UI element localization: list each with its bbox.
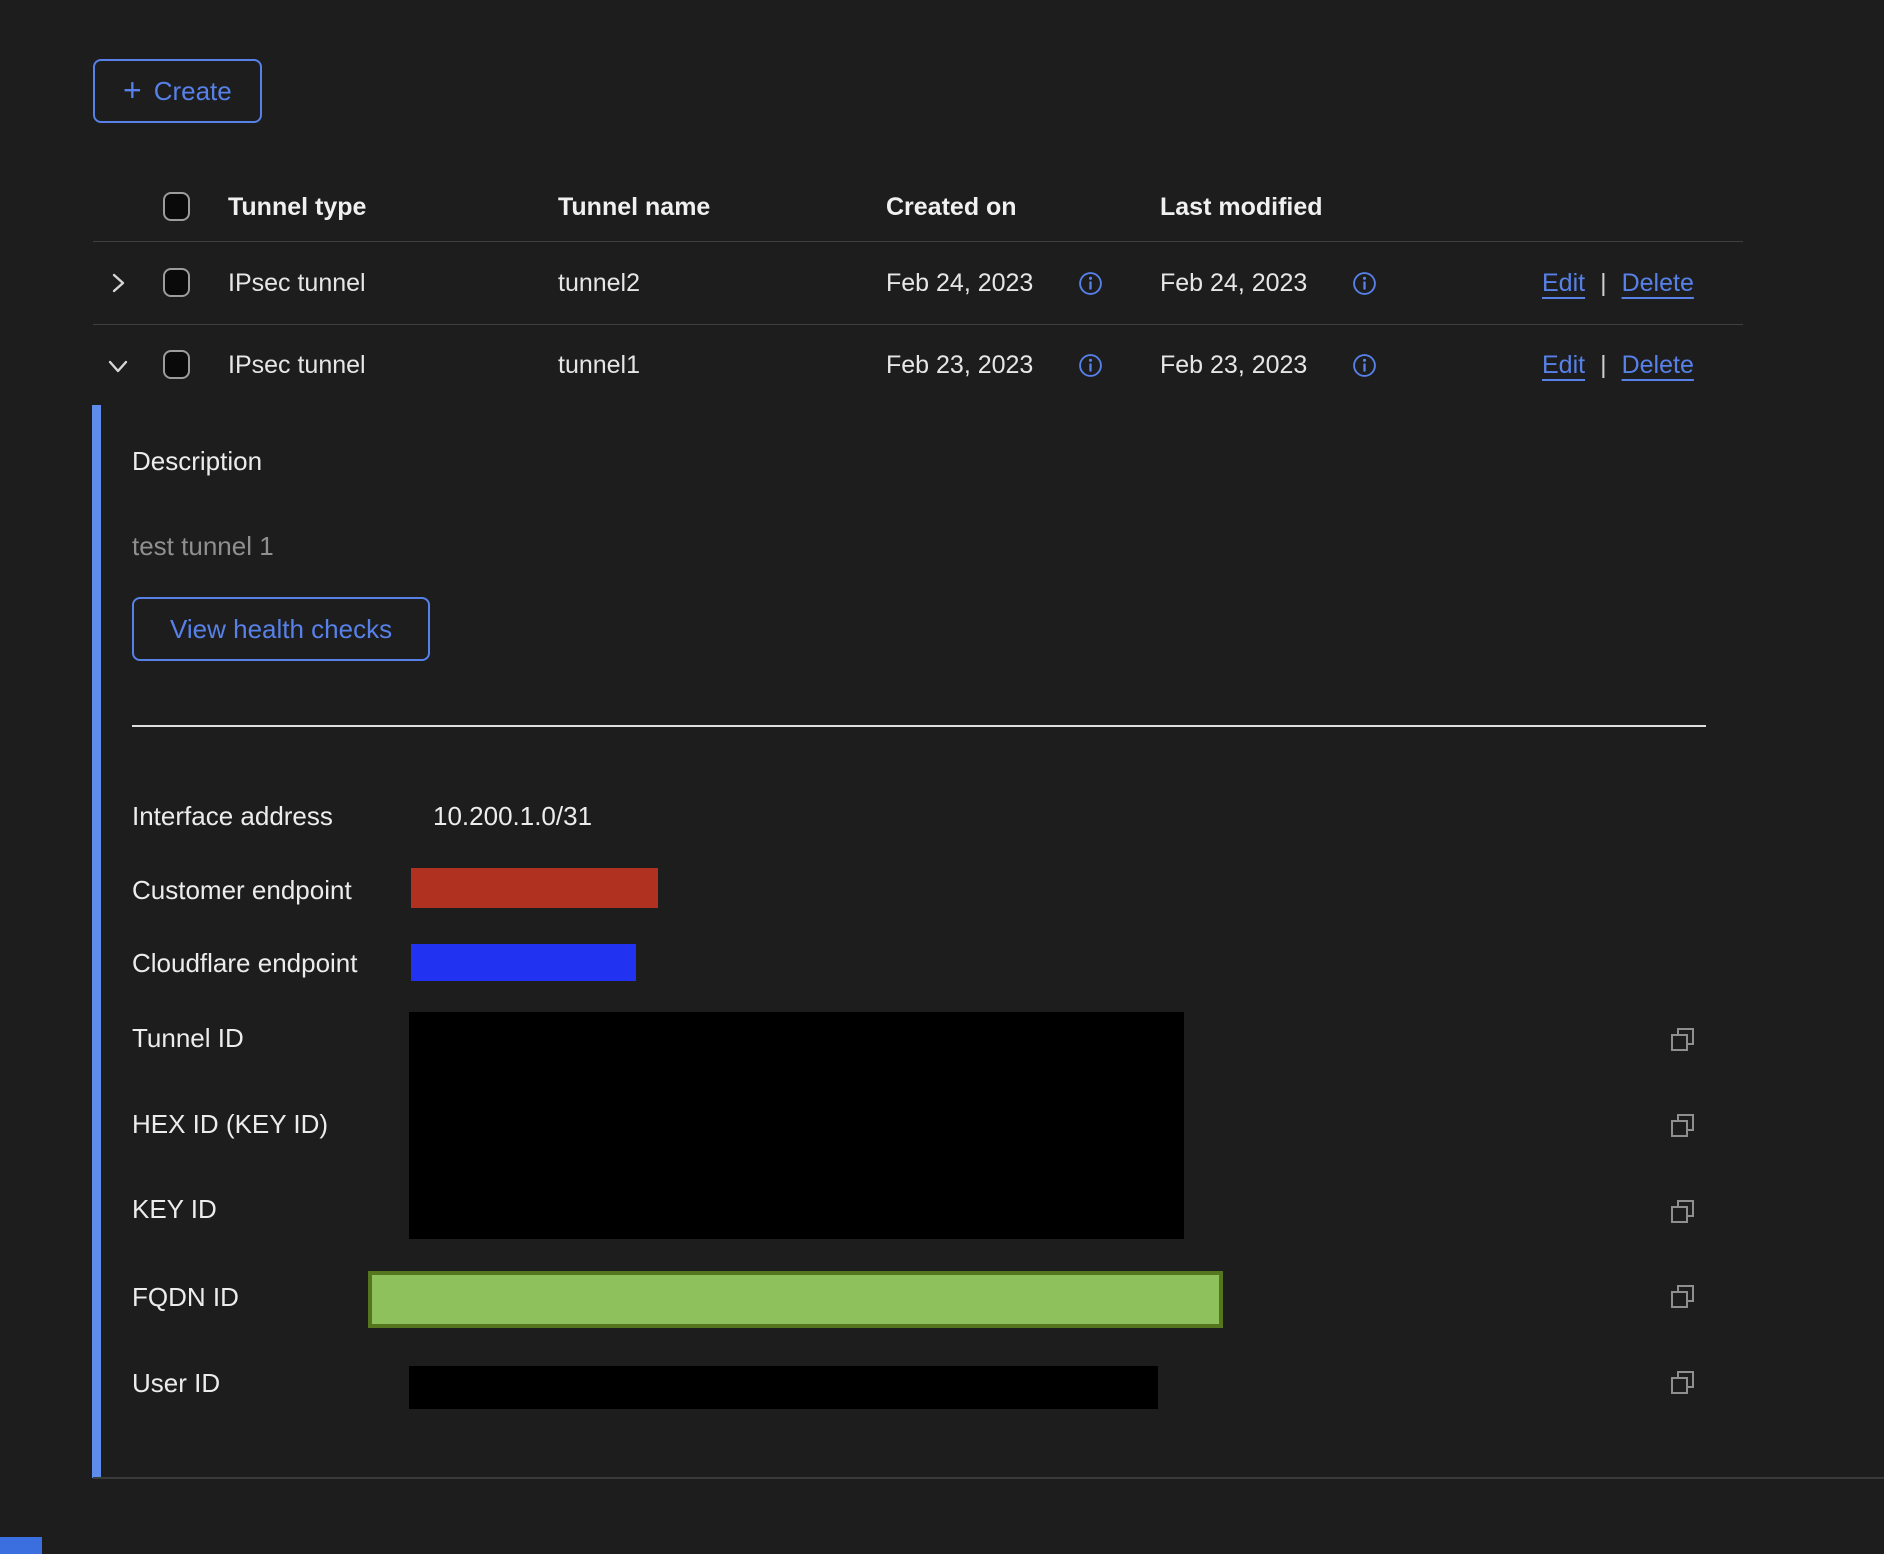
edit-link[interactable]: Edit [1542, 351, 1585, 380]
delete-link[interactable]: Delete [1622, 269, 1694, 298]
description-label: Description [132, 446, 262, 477]
chevron-down-icon[interactable] [106, 354, 130, 378]
tunnel-id-label: Tunnel ID [132, 1023, 244, 1054]
customer-endpoint-label: Customer endpoint [132, 875, 352, 906]
row-checkbox[interactable] [163, 350, 190, 379]
hex-id-label: HEX ID (KEY ID) [132, 1109, 328, 1140]
cloudflare-endpoint-label: Cloudflare endpoint [132, 948, 358, 979]
action-separator: | [1600, 351, 1607, 380]
fqdn-id-label: FQDN ID [132, 1282, 239, 1313]
user-id-redaction [409, 1366, 1158, 1409]
delete-link[interactable]: Delete [1622, 351, 1694, 380]
copy-icon [1668, 1368, 1698, 1398]
view-health-checks-button[interactable]: View health checks [132, 597, 430, 661]
header-created-on: Created on [886, 193, 1017, 222]
copy-icon [1668, 1111, 1698, 1141]
interface-address-value: 10.200.1.0/31 [433, 801, 592, 832]
customer-endpoint-redaction [411, 868, 658, 908]
header-last-modified: Last modified [1160, 193, 1323, 222]
description-value: test tunnel 1 [132, 531, 274, 562]
user-id-label: User ID [132, 1368, 220, 1399]
view-health-checks-label: View health checks [170, 614, 392, 645]
copy-key-id-button[interactable] [1668, 1197, 1698, 1227]
tunnel-name-cell: tunnel1 [558, 351, 640, 380]
ipsec-tunnels-page: + Create Tunnel type Tunnel name Created… [0, 0, 1884, 1554]
header-tunnel-name: Tunnel name [558, 193, 710, 222]
info-icon[interactable] [1078, 271, 1103, 296]
copy-icon [1668, 1025, 1698, 1055]
copy-icon [1668, 1282, 1698, 1312]
header-divider [93, 241, 1743, 242]
chevron-right-icon[interactable] [106, 271, 130, 295]
last-modified-cell: Feb 24, 2023 [1160, 269, 1307, 298]
panel-bottom-divider [93, 1477, 1884, 1479]
tunnel-type-cell: IPsec tunnel [228, 269, 366, 298]
last-modified-cell: Feb 23, 2023 [1160, 351, 1307, 380]
bottom-left-accent [0, 1537, 42, 1554]
cloudflare-endpoint-redaction [411, 944, 636, 981]
copy-icon [1668, 1197, 1698, 1227]
action-separator: | [1600, 269, 1607, 298]
tunnel-type-cell: IPsec tunnel [228, 351, 366, 380]
copy-hex-id-button[interactable] [1668, 1111, 1698, 1141]
row-checkbox[interactable] [163, 268, 190, 297]
info-icon[interactable] [1352, 353, 1377, 378]
copy-tunnel-id-button[interactable] [1668, 1025, 1698, 1055]
tunnel-name-cell: tunnel2 [558, 269, 640, 298]
edit-link[interactable]: Edit [1542, 269, 1585, 298]
info-icon[interactable] [1352, 271, 1377, 296]
info-icon[interactable] [1078, 353, 1103, 378]
expanded-accent-bar [92, 405, 101, 1478]
create-button[interactable]: + Create [93, 59, 262, 123]
interface-address-label: Interface address [132, 801, 333, 832]
fqdn-id-redaction [368, 1271, 1223, 1328]
created-on-cell: Feb 23, 2023 [886, 351, 1033, 380]
plus-icon: + [123, 74, 142, 106]
header-tunnel-type: Tunnel type [228, 193, 366, 222]
row-divider [93, 324, 1743, 325]
created-on-cell: Feb 24, 2023 [886, 269, 1033, 298]
create-button-label: Create [154, 76, 232, 107]
section-divider [132, 725, 1706, 727]
copy-user-id-button[interactable] [1668, 1368, 1698, 1398]
key-id-label: KEY ID [132, 1194, 217, 1225]
copy-fqdn-id-button[interactable] [1668, 1282, 1698, 1312]
ids-redaction [409, 1012, 1184, 1239]
select-all-checkbox[interactable] [163, 192, 190, 221]
